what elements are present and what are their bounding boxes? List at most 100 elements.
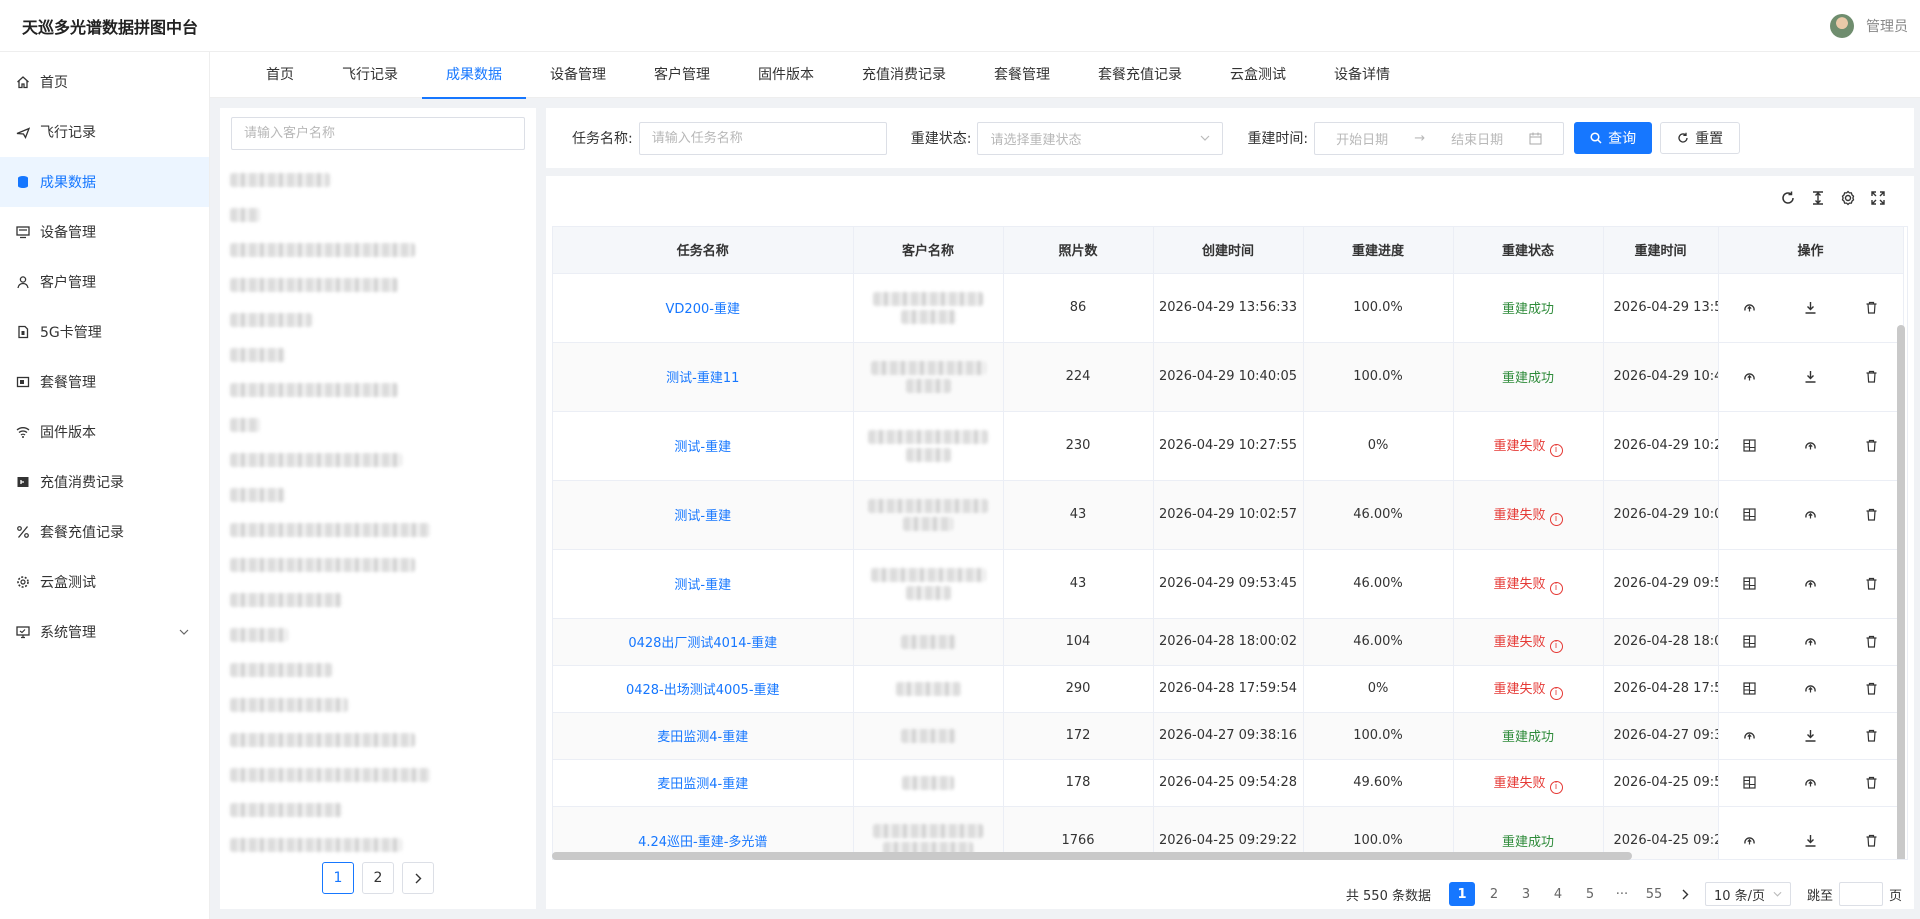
client-list-item[interactable] <box>230 267 530 302</box>
rebuild-icon[interactable] <box>1804 682 1817 695</box>
rebuild-time-range[interactable]: 开始日期 → 结束日期 <box>1314 121 1565 155</box>
sidebar-item-7[interactable]: 固件版本 <box>0 407 209 457</box>
client-search-input[interactable] <box>231 117 525 150</box>
download-icon[interactable] <box>1804 301 1817 314</box>
delete-icon[interactable] <box>1865 301 1878 314</box>
reset-button[interactable]: 重置 <box>1660 122 1741 154</box>
sidebar-item-8[interactable]: 充值消费记录 <box>0 457 209 507</box>
info-icon[interactable]: i <box>1549 512 1563 526</box>
client-list-item[interactable] <box>230 722 530 757</box>
delete-icon[interactable] <box>1865 577 1878 590</box>
client-list-item[interactable] <box>230 197 530 232</box>
sidebar-item-4[interactable]: 客户管理 <box>0 257 209 307</box>
tab-0[interactable]: 首页 <box>242 52 318 98</box>
task-name-link[interactable]: 麦田监测4-重建 <box>657 730 748 745</box>
client-list-item[interactable] <box>230 792 530 827</box>
client-list-item[interactable] <box>230 337 530 372</box>
sidebar-item-0[interactable]: 首页 <box>0 57 209 107</box>
sidebar-item-2[interactable]: 成果数据 <box>0 157 209 207</box>
delete-icon[interactable] <box>1865 508 1878 521</box>
sidebar-item-11[interactable]: 系统管理 <box>0 607 209 657</box>
sidebar-item-3[interactable]: 设备管理 <box>0 207 209 257</box>
fullscreen-icon[interactable] <box>1870 190 1886 206</box>
rebuild-status-select[interactable]: 请选择重建状态 <box>977 121 1224 155</box>
page-button-last[interactable]: 55 <box>1641 882 1667 906</box>
delete-icon[interactable] <box>1865 370 1878 383</box>
task-name-link[interactable]: 测试-重建11 <box>666 371 739 386</box>
task-name-link[interactable]: 测试-重建 <box>674 509 731 524</box>
sidebar-item-6[interactable]: 套餐管理 <box>0 357 209 407</box>
client-next-page-button[interactable] <box>402 862 434 894</box>
rebuild-icon[interactable] <box>1804 439 1817 452</box>
client-list-item[interactable] <box>230 652 530 687</box>
download-icon[interactable] <box>1804 834 1817 847</box>
rebuild-icon[interactable] <box>1804 577 1817 590</box>
query-button[interactable]: 查询 <box>1574 122 1653 154</box>
client-list-item[interactable] <box>230 757 530 792</box>
rebuild-icon[interactable] <box>1804 776 1817 789</box>
tab-9[interactable]: 云盒测试 <box>1206 52 1310 98</box>
client-list-item[interactable] <box>230 687 530 722</box>
tab-4[interactable]: 客户管理 <box>630 52 734 98</box>
task-name-link[interactable]: 测试-重建 <box>674 578 731 593</box>
client-list-item[interactable] <box>230 372 530 407</box>
column-height-icon[interactable] <box>1810 190 1826 206</box>
task-name-link[interactable]: 4.24巡田-重建-多光谱 <box>638 835 767 850</box>
sidebar-item-5[interactable]: 5G卡管理 <box>0 307 209 357</box>
rebuild-icon[interactable] <box>1804 508 1817 521</box>
task-name-link[interactable]: 0428-出场测试4005-重建 <box>626 683 780 698</box>
client-list-item[interactable] <box>230 617 530 652</box>
info-icon[interactable]: i <box>1549 686 1563 700</box>
pagination-ellipsis[interactable]: ··· <box>1609 882 1635 906</box>
delete-icon[interactable] <box>1865 635 1878 648</box>
horizontal-scrollbar[interactable] <box>552 852 1632 860</box>
user-menu[interactable]: 管理员 <box>1830 13 1908 38</box>
task-name-link[interactable]: 麦田监测4-重建 <box>657 777 748 792</box>
info-icon[interactable]: i <box>1549 639 1563 653</box>
task-name-link[interactable]: VD200-重建 <box>666 302 740 317</box>
client-list-item[interactable] <box>230 232 530 267</box>
sidebar-item-9[interactable]: 套餐充值记录 <box>0 507 209 557</box>
tab-5[interactable]: 固件版本 <box>734 52 838 98</box>
tab-3[interactable]: 设备管理 <box>526 52 630 98</box>
start-date-input[interactable]: 开始日期 <box>1336 129 1388 148</box>
client-list-item[interactable] <box>230 302 530 337</box>
delete-icon[interactable] <box>1865 776 1878 789</box>
avatar[interactable] <box>1830 13 1854 38</box>
next-page-button[interactable] <box>1673 882 1699 906</box>
page-button[interactable]: 4 <box>1545 882 1571 906</box>
end-date-input[interactable]: 结束日期 <box>1451 129 1503 148</box>
layout-icon[interactable] <box>1743 439 1756 452</box>
info-icon[interactable]: i <box>1549 443 1563 457</box>
page-size-select[interactable]: 10 条/页 <box>1704 882 1791 906</box>
sidebar-item-1[interactable]: 飞行记录 <box>0 107 209 157</box>
task-name-link[interactable]: 0428出厂测试4014-重建 <box>628 636 777 651</box>
page-button[interactable]: 3 <box>1513 882 1539 906</box>
client-list-item[interactable] <box>230 827 530 862</box>
download-icon[interactable] <box>1804 370 1817 383</box>
rebuild-icon[interactable] <box>1743 301 1756 314</box>
client-list-item[interactable] <box>230 512 530 547</box>
client-list-item[interactable] <box>230 582 530 617</box>
tab-2[interactable]: 成果数据 <box>422 52 526 99</box>
page-button[interactable]: 2 <box>1481 882 1507 906</box>
sidebar-item-10[interactable]: 云盒测试 <box>0 557 209 607</box>
client-page-button[interactable]: 1 <box>322 862 354 894</box>
tab-8[interactable]: 套餐充值记录 <box>1074 52 1206 98</box>
rebuild-icon[interactable] <box>1804 635 1817 648</box>
client-page-button[interactable]: 2 <box>362 862 394 894</box>
refresh-icon[interactable] <box>1780 190 1796 206</box>
download-icon[interactable] <box>1804 729 1817 742</box>
info-icon[interactable]: i <box>1549 581 1563 595</box>
delete-icon[interactable] <box>1865 729 1878 742</box>
layout-icon[interactable] <box>1743 682 1756 695</box>
task-name-input[interactable] <box>638 121 887 155</box>
delete-icon[interactable] <box>1865 439 1878 452</box>
client-list-item[interactable] <box>230 407 530 442</box>
page-button[interactable]: 1 <box>1448 882 1475 906</box>
rebuild-icon[interactable] <box>1743 729 1756 742</box>
client-list-item[interactable] <box>230 547 530 582</box>
layout-icon[interactable] <box>1743 635 1756 648</box>
page-button[interactable]: 5 <box>1577 882 1603 906</box>
rebuild-icon[interactable] <box>1743 834 1756 847</box>
